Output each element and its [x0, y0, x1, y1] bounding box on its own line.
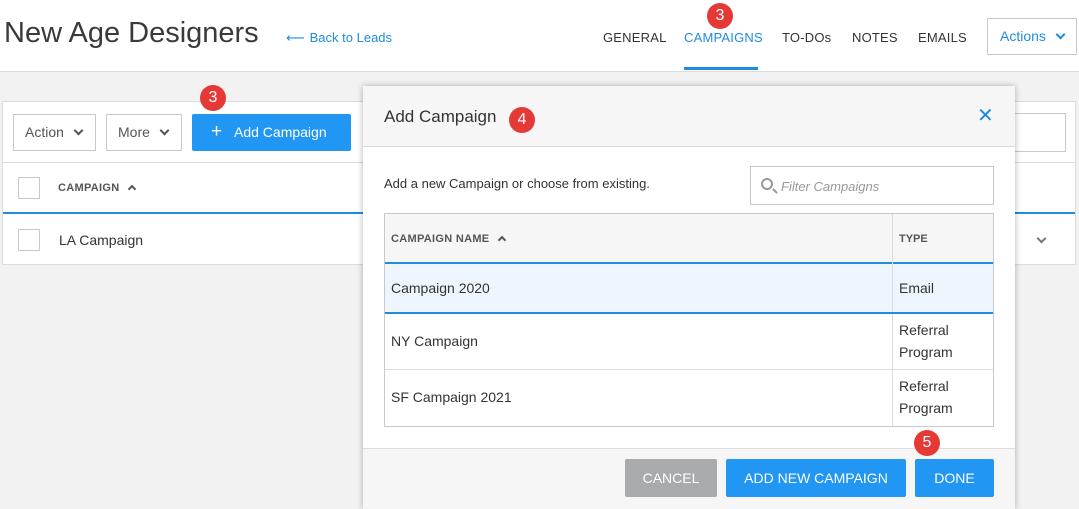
- action-dropdown-button[interactable]: Action: [13, 114, 96, 151]
- column-divider: [892, 264, 893, 312]
- chevron-down-icon: [73, 125, 84, 136]
- filter-campaigns-field[interactable]: [750, 166, 994, 205]
- cancel-button[interactable]: CANCEL: [625, 459, 717, 497]
- add-campaign-button[interactable]: + Add Campaign: [192, 114, 351, 151]
- row-checkbox[interactable]: [18, 229, 40, 251]
- back-link-label: Back to Leads: [309, 30, 393, 45]
- campaign-name: NY Campaign: [391, 333, 478, 349]
- step-badge: 5: [914, 430, 940, 456]
- back-to-leads-link[interactable]: ⟵ Back to Leads: [286, 30, 392, 46]
- column-header-campaign-name[interactable]: CAMPAIGN NAME: [391, 233, 507, 245]
- add-campaign-label: Add Campaign: [234, 124, 327, 140]
- column-header-label: CAMPAIGN NAME: [391, 233, 490, 245]
- step-badge: 3: [707, 3, 733, 29]
- search-icon: [761, 178, 773, 190]
- add-new-campaign-button[interactable]: ADD NEW CAMPAIGN: [726, 459, 906, 497]
- campaign-name: SF Campaign 2021: [391, 389, 512, 405]
- page-header: New Age Designers ⟵ Back to Leads GENERAL…: [0, 0, 1079, 72]
- step-badge: 4: [509, 107, 535, 133]
- campaign-name: Campaign 2020: [391, 280, 490, 296]
- chevron-down-icon: [1055, 29, 1066, 40]
- modal-header: Add Campaign 4 ✕: [363, 86, 1015, 147]
- page-title: New Age Designers: [4, 17, 259, 49]
- campaign-type: Referral Program: [899, 378, 953, 416]
- chevron-down-icon: [159, 125, 170, 136]
- modal-footer: CANCEL ADD NEW CAMPAIGN DONE: [363, 448, 1015, 509]
- table-row-name[interactable]: LA Campaign: [59, 232, 143, 248]
- active-tab-indicator: [684, 67, 758, 70]
- campaign-type: Email: [899, 280, 935, 296]
- close-icon[interactable]: ✕: [977, 106, 994, 126]
- actions-dropdown-button[interactable]: Actions: [987, 18, 1077, 55]
- column-header-campaign[interactable]: CAMPAIGN: [58, 182, 137, 194]
- action-label: Action: [25, 124, 64, 140]
- done-button[interactable]: DONE: [915, 459, 994, 497]
- more-dropdown-button[interactable]: More: [106, 114, 182, 151]
- table-row[interactable]: Campaign 2020 Email: [385, 264, 993, 314]
- filter-campaigns-input[interactable]: [781, 176, 981, 196]
- column-divider: [892, 314, 893, 369]
- column-divider: [892, 214, 893, 264]
- campaign-table: CAMPAIGN NAME TYPE Campaign 2020 Email N…: [384, 213, 994, 427]
- tab-todos[interactable]: TO-DOs: [782, 30, 831, 45]
- modal-description: Add a new Campaign or choose from existi…: [384, 176, 650, 191]
- column-header-label: CAMPAIGN: [58, 182, 120, 194]
- column-divider: [892, 370, 893, 426]
- tab-emails[interactable]: EMAILS: [918, 30, 967, 45]
- modal-title: Add Campaign: [384, 107, 497, 126]
- back-arrow-icon: ⟵: [286, 30, 305, 45]
- search-input[interactable]: [1010, 113, 1066, 152]
- sort-ascending-icon: [498, 235, 507, 245]
- plus-icon: +: [211, 121, 223, 142]
- tab-campaigns[interactable]: CAMPAIGNS: [684, 30, 763, 45]
- more-label: More: [118, 124, 150, 140]
- table-row[interactable]: NY Campaign Referral Program: [385, 314, 993, 370]
- step-badge: 3: [200, 85, 226, 111]
- column-header-type[interactable]: TYPE: [899, 233, 928, 245]
- tab-notes[interactable]: NOTES: [852, 30, 898, 45]
- sort-ascending-icon: [128, 184, 137, 194]
- select-all-checkbox[interactable]: [18, 177, 40, 199]
- add-campaign-modal: Add Campaign 4 ✕ Add a new Campaign or c…: [363, 86, 1015, 509]
- table-row[interactable]: SF Campaign 2021 Referral Program: [385, 370, 993, 426]
- campaign-table-header: CAMPAIGN NAME TYPE: [385, 214, 993, 264]
- actions-label: Actions: [1000, 28, 1046, 44]
- campaign-type: Referral Program: [899, 322, 953, 360]
- tab-general[interactable]: GENERAL: [603, 30, 667, 45]
